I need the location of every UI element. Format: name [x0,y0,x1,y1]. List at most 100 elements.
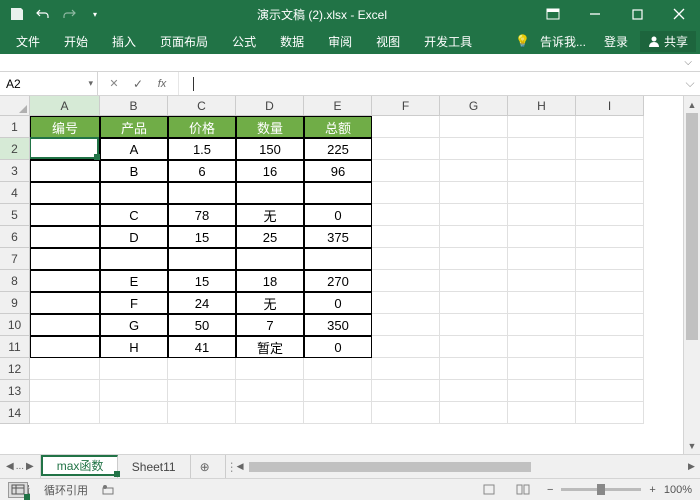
undo-icon[interactable] [34,5,52,23]
cell-G5[interactable] [440,204,508,226]
minimize-icon[interactable] [574,0,616,28]
cell-H12[interactable] [508,358,576,380]
cancel-icon[interactable]: ✕ [102,72,126,96]
cell-H6[interactable] [508,226,576,248]
name-box[interactable]: ▾ [0,72,98,95]
cell-H1[interactable] [508,116,576,138]
cell-C1[interactable]: 价格 [168,116,236,138]
tellme-button[interactable]: 告诉我... [534,28,592,54]
cell-E4[interactable] [304,182,372,204]
cell-H9[interactable] [508,292,576,314]
cell-G4[interactable] [440,182,508,204]
cell-I6[interactable] [576,226,644,248]
cell-C3[interactable]: 6 [168,160,236,182]
cell-G13[interactable] [440,380,508,402]
cell-D9[interactable]: 无 [236,292,304,314]
cell-E1[interactable]: 总额 [304,116,372,138]
row-header-7[interactable]: 7 [0,248,30,270]
row-header-14[interactable]: 14 [0,402,30,424]
cell-C2[interactable]: 1.5 [168,138,236,160]
cell-F14[interactable] [372,402,440,424]
cell-F6[interactable] [372,226,440,248]
ribbon-tab-1[interactable]: 开始 [52,28,100,54]
cell-I14[interactable] [576,402,644,424]
cell-G10[interactable] [440,314,508,336]
cell-E7[interactable] [304,248,372,270]
cell-B6[interactable]: D [100,226,168,248]
cell-D6[interactable]: 25 [236,226,304,248]
cell-H10[interactable] [508,314,576,336]
cells-area[interactable]: 编号产品价格数量总额A1.5150225B61696C78无0D1525375E… [30,116,683,424]
cell-A10[interactable] [30,314,100,336]
cell-C11[interactable]: 41 [168,336,236,358]
cell-I12[interactable] [576,358,644,380]
cell-C10[interactable]: 50 [168,314,236,336]
cell-C13[interactable] [168,380,236,402]
tab-more-icon[interactable]: ... [16,461,24,472]
cell-E10[interactable]: 350 [304,314,372,336]
cell-F8[interactable] [372,270,440,292]
cell-D7[interactable] [236,248,304,270]
cell-F3[interactable] [372,160,440,182]
cell-B4[interactable] [100,182,168,204]
row-header-5[interactable]: 5 [0,204,30,226]
cell-F7[interactable] [372,248,440,270]
save-icon[interactable] [8,5,26,23]
cell-D12[interactable] [236,358,304,380]
cell-A4[interactable] [30,182,100,204]
cell-A1[interactable]: 编号 [30,116,100,138]
cell-G9[interactable] [440,292,508,314]
cell-D10[interactable]: 7 [236,314,304,336]
cell-G1[interactable] [440,116,508,138]
cell-B13[interactable] [100,380,168,402]
tab-nav[interactable]: ◀ ... ▶ [0,455,41,478]
cell-C9[interactable]: 24 [168,292,236,314]
row-header-4[interactable]: 4 [0,182,30,204]
cell-I1[interactable] [576,116,644,138]
macro-record-icon[interactable] [102,484,114,496]
cell-B8[interactable]: E [100,270,168,292]
ribbon-tab-4[interactable]: 公式 [220,28,268,54]
scroll-left-icon[interactable]: ◀ [232,461,249,472]
cell-G6[interactable] [440,226,508,248]
cell-E12[interactable] [304,358,372,380]
cell-F10[interactable] [372,314,440,336]
vertical-scrollbar[interactable]: ▲ ▼ [683,96,700,454]
cell-B3[interactable]: B [100,160,168,182]
cell-A2[interactable] [30,138,100,160]
cell-B9[interactable]: F [100,292,168,314]
cell-F12[interactable] [372,358,440,380]
cell-I11[interactable] [576,336,644,358]
cell-C5[interactable]: 78 [168,204,236,226]
cell-B2[interactable]: A [100,138,168,160]
col-header-H[interactable]: H [508,96,576,116]
cell-C4[interactable] [168,182,236,204]
tab-next-icon[interactable]: ▶ [26,461,34,472]
cell-D14[interactable] [236,402,304,424]
name-box-input[interactable] [6,77,78,91]
cell-E14[interactable] [304,402,372,424]
sheet-tab-0[interactable]: 制作桌牌 [41,455,118,478]
cell-H5[interactable] [508,204,576,226]
cell-H14[interactable] [508,402,576,424]
cell-B14[interactable] [100,402,168,424]
cell-F5[interactable] [372,204,440,226]
redo-icon[interactable] [60,5,78,23]
fx-icon[interactable]: fx [150,72,174,96]
cell-B10[interactable]: G [100,314,168,336]
cell-A5[interactable] [30,204,100,226]
cell-D8[interactable]: 18 [236,270,304,292]
cell-I10[interactable] [576,314,644,336]
signin-button[interactable]: 登录 [596,28,636,54]
cell-E6[interactable]: 375 [304,226,372,248]
scroll-thumb-h[interactable] [249,462,531,472]
cell-A13[interactable] [30,380,100,402]
col-header-C[interactable]: C [168,96,236,116]
cell-A14[interactable] [30,402,100,424]
row-header-13[interactable]: 13 [0,380,30,402]
cell-B7[interactable] [100,248,168,270]
cell-A6[interactable] [30,226,100,248]
cell-G3[interactable] [440,160,508,182]
ribbon-tab-3[interactable]: 页面布局 [148,28,220,54]
cell-C7[interactable] [168,248,236,270]
